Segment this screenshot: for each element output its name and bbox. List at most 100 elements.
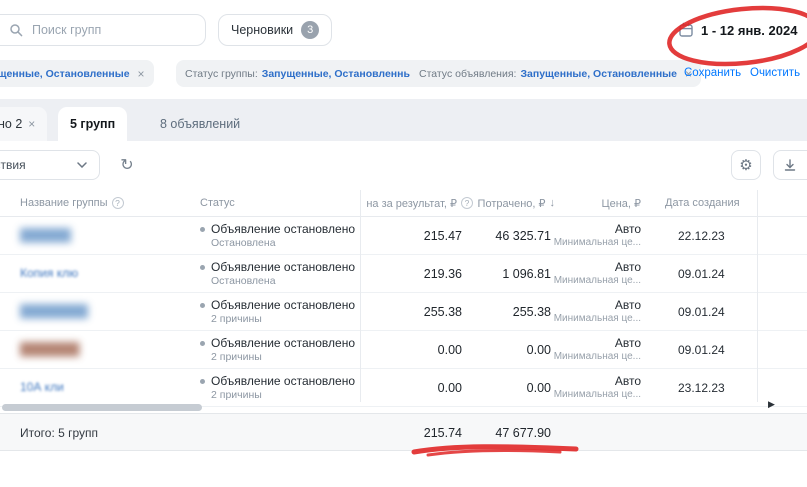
column-label: Потрачено, ₽ [478,197,546,210]
group-name-link[interactable]: 10А кли [20,380,64,394]
price-cell: Авто Минимальная це... [554,336,641,362]
cost-per-result-value: 255.38 [424,305,462,319]
column-label: Название группы [20,197,108,209]
column-header-price[interactable]: Цена, ₽ [601,190,641,216]
created-date: 22.12.23 [678,229,725,243]
tab-ads[interactable]: 8 объявлений [148,107,252,141]
drafts-button[interactable]: Черновики 3 [218,14,332,46]
column-label: на за результат, ₽ [366,197,457,210]
status-subtext: 2 причины [211,351,355,363]
price-type: Авто [554,336,641,350]
price-type: Авто [554,298,641,312]
price-type: Авто [554,222,641,236]
column-header-created[interactable]: Дата создания [665,190,740,216]
tab-selected-filter[interactable]: но 2 × [0,107,47,141]
table-row[interactable]: Копия клю Объявление остановлено Останов… [0,255,807,293]
table-row[interactable]: ████████ Объявление остановлено 2 причин… [0,293,807,331]
chevron-down-icon [77,162,87,168]
clear-filters-link[interactable]: Очистить [750,60,800,87]
refresh-button[interactable]: ↻ [112,150,142,180]
table-footer: Итого: 5 групп 215.74 47 677.90 [0,413,807,451]
drafts-label: Черновики [231,23,293,37]
status-text: Объявление остановлено [211,336,355,350]
status-subtext: 2 причины [211,389,355,401]
status-subtext: Остановлена [211,237,355,249]
table-row[interactable]: 10А кли Объявление остановлено 2 причины… [0,369,807,407]
tab-groups[interactable]: 5 групп [58,107,127,141]
status-subtext: 2 причины [211,313,355,325]
column-header-name[interactable]: Название группы ? [20,190,124,216]
price-cell: Авто Минимальная це... [554,260,641,286]
price-subtext: Минимальная це... [554,313,641,324]
price-subtext: Минимальная це... [554,237,641,248]
totals-cost-per-result: 215.74 [424,426,462,440]
filter-chip-campaign-status[interactable]: Запущенные, Остановленные × [0,60,154,87]
cost-per-result-value: 0.00 [438,381,462,395]
actions-dropdown[interactable]: Действия [0,150,100,180]
price-subtext: Минимальная це... [554,389,641,400]
price-subtext: Минимальная це... [554,351,641,362]
column-header-spent[interactable]: Потрачено, ₽ ↓ [478,190,555,216]
date-range-value: 1 - 12 янв. 2024 [701,23,797,38]
close-icon[interactable]: × [138,67,145,81]
cost-per-result-value: 0.00 [438,343,462,357]
created-date: 09.01.24 [678,305,725,319]
actions-label: Действия [0,158,26,172]
chip-prefix: Статус объявления: [419,68,516,80]
spent-value: 0.00 [527,343,551,357]
column-header-cost-per-result[interactable]: на за результат, ₽ ? [366,190,473,216]
horizontal-scrollbar-thumb[interactable] [2,404,202,411]
status-text: Объявление остановлено [211,222,355,236]
help-icon[interactable]: ? [112,197,124,209]
gear-icon: ⚙ [739,156,752,174]
tab-label: 8 объявлений [160,117,240,131]
group-name-link[interactable]: ███████ [20,342,80,356]
status-cell: Объявление остановлено Остановлена [200,222,355,249]
search-icon [9,23,23,37]
column-header-status[interactable]: Статус [200,190,235,216]
spent-value: 255.38 [513,305,551,319]
scroll-right-icon[interactable]: ▶ [768,399,775,410]
price-cell: Авто Минимальная це... [554,222,641,248]
group-name-link[interactable]: ██████ [20,228,71,242]
status-text: Объявление остановлено [211,298,355,312]
status-dot-icon [200,341,205,346]
date-range-picker[interactable]: 1 - 12 янв. 2024 [678,14,797,46]
spent-value: 46 325.71 [495,229,551,243]
created-date: 09.01.24 [678,267,725,281]
search-input-container[interactable] [0,14,206,46]
table-row[interactable]: ██████ Объявление остановлено Остановлен… [0,217,807,255]
group-name-link[interactable]: ████████ [20,304,88,318]
spent-value: 1 096.81 [502,267,551,281]
status-cell: Объявление остановлено Остановлена [200,260,355,287]
ads-groups-screen: Черновики 3 1 - 12 янв. 2024 Запущенные,… [0,0,807,487]
totals-label: Итого: 5 групп [20,426,98,440]
filter-chip-group-status[interactable]: Статус группы: Запущенные, Остановленные… [176,60,442,87]
sort-desc-icon[interactable]: ↓ [550,197,556,209]
chip-value: Запущенные, Остановленные [0,68,130,80]
table-row[interactable]: ███████ Объявление остановлено 2 причины… [0,331,807,369]
group-name-link[interactable]: Копия клю [20,266,78,280]
help-icon[interactable]: ? [461,197,473,209]
cost-per-result-value: 215.47 [424,229,462,243]
cost-per-result-value: 219.36 [424,267,462,281]
export-button[interactable] [773,150,807,180]
settings-button[interactable]: ⚙ [731,150,761,180]
chip-value: Запущенные, Остановленные [520,68,677,80]
close-icon[interactable]: × [28,117,35,131]
chip-prefix: Статус группы: [185,68,258,80]
drafts-count-badge: 3 [301,21,319,39]
column-label: Статус [200,197,235,209]
status-text: Объявление остановлено [211,374,355,388]
totals-spent: 47 677.90 [495,426,551,440]
search-input[interactable] [30,22,174,38]
status-cell: Объявление остановлено 2 причины [200,298,355,325]
tab-label: но 2 [0,117,22,131]
status-cell: Объявление остановлено 2 причины [200,374,355,401]
table-right-divider [757,190,758,402]
status-dot-icon [200,265,205,270]
created-date: 09.01.24 [678,343,725,357]
filter-chip-ad-status[interactable]: Статус объявления: Запущенные, Остановле… [410,60,701,87]
calendar-icon [678,22,694,38]
save-filters-link[interactable]: Сохранить [684,60,741,87]
